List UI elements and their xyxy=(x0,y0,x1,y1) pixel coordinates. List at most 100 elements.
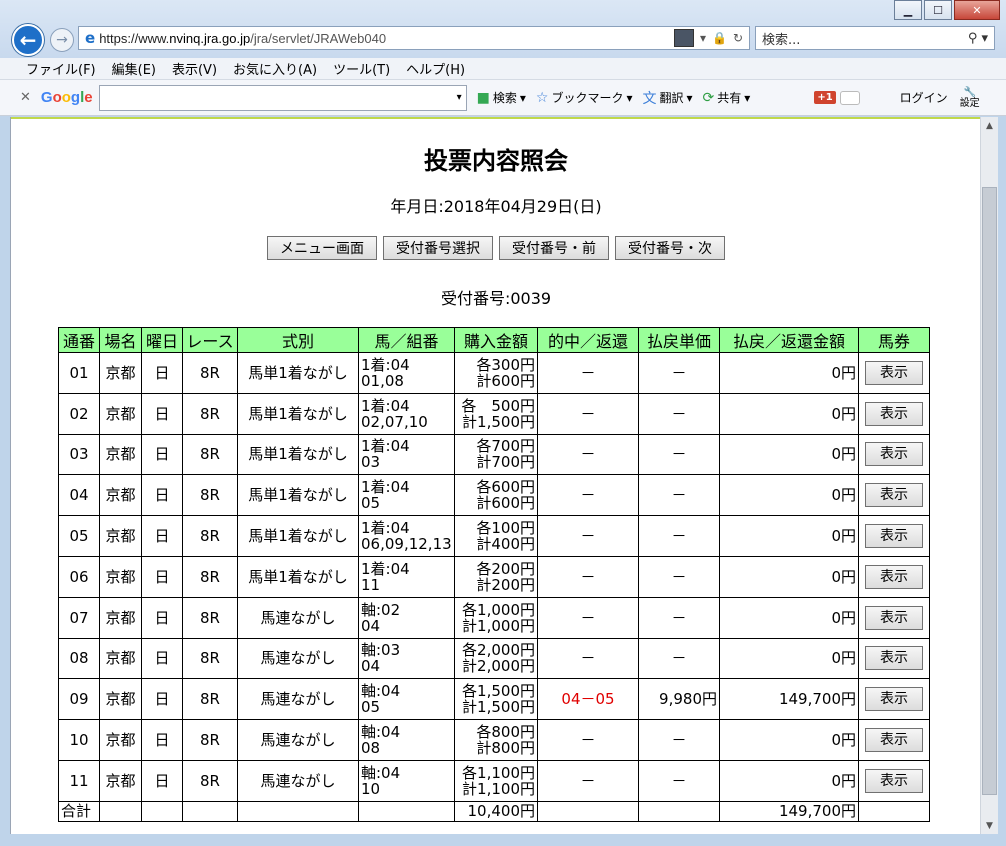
horse-line-1: 軸:03 xyxy=(361,641,401,660)
bookmark-button[interactable]: ☆ ブックマーク ▾ xyxy=(536,89,633,106)
lock-icon[interactable]: 🔒 xyxy=(712,31,727,45)
share-button[interactable]: ⟳ 共有 ▾ xyxy=(703,89,751,106)
cell-no: 07 xyxy=(58,596,100,639)
table-row: 03 京都日 8R 馬単1着ながし 1着:04 03 各700円 計700円－－ 0円 表示 xyxy=(58,433,930,476)
horse-line-1: 軸:04 xyxy=(361,723,401,742)
col-header-unit: 払戻単価 xyxy=(638,327,720,353)
forward-button[interactable]: → xyxy=(50,28,74,52)
menu-screen-button[interactable]: メニュー画面 xyxy=(267,236,377,260)
cell-venue: 京都 xyxy=(99,759,142,802)
menu-favorites[interactable]: お気に入り(A) xyxy=(233,59,317,78)
cell-amount: 各600円 計600円 xyxy=(454,474,538,517)
search-input[interactable]: 検索... ⚲ ▾ xyxy=(755,26,995,50)
cell-day: 日 xyxy=(141,719,183,761)
show-ticket-button[interactable]: 表示 xyxy=(865,646,923,671)
cell-venue: 京都 xyxy=(99,352,142,394)
empty-cell xyxy=(237,800,359,822)
cell-venue: 京都 xyxy=(99,555,142,598)
nav-buttons: メニュー画面 受付番号選択 受付番号・前 受付番号・次 xyxy=(11,236,980,260)
translate-button[interactable]: 文翻訳 ▾ xyxy=(643,88,693,108)
show-ticket-button[interactable]: 表示 xyxy=(865,524,923,549)
scroll-down-icon[interactable]: ▼ xyxy=(981,817,998,834)
address-bar[interactable]: e https://www.nvinq.jra.go.jp/jra/servle… xyxy=(78,26,750,50)
settings-label: 設定 xyxy=(959,97,980,109)
cell-day: 日 xyxy=(141,474,183,517)
scroll-thumb[interactable] xyxy=(982,187,997,795)
table-row: 04 京都日 8R 馬単1着ながし 1着:04 05 各600円 計600円－－ 0円 表示 xyxy=(58,474,930,517)
cell-race: 8R xyxy=(182,433,238,476)
cell-no: 06 xyxy=(58,555,100,598)
show-ticket-button[interactable]: 表示 xyxy=(865,442,923,467)
cell-day: 日 xyxy=(141,352,183,394)
horse-line-1: 1着:04 xyxy=(361,519,410,538)
receipt-number: 受付番号:0039 xyxy=(440,289,552,308)
pinned-site-icon[interactable] xyxy=(673,29,694,47)
back-button[interactable]: ← xyxy=(12,24,44,56)
login-link[interactable]: ログイン xyxy=(900,89,948,106)
next-receipt-button[interactable]: 受付番号・次 xyxy=(615,236,725,260)
cell-race: 8R xyxy=(182,555,238,598)
horse-line-1: 1着:04 xyxy=(361,478,410,497)
show-ticket-button[interactable]: 表示 xyxy=(865,360,923,385)
menu-help[interactable]: ヘルプ(H) xyxy=(406,59,465,78)
url-text[interactable]: https://www.nvinq.jra.go.jp/jra/servlet/… xyxy=(99,31,674,46)
amount-total: 計1,000円 xyxy=(462,616,535,635)
menu-file[interactable]: ファイル(F) xyxy=(26,59,96,78)
refresh-icon[interactable]: ↻ xyxy=(733,31,743,45)
empty-cell xyxy=(858,800,930,822)
cell-ticket: 表示 xyxy=(858,433,930,476)
menu-edit[interactable]: 編集(E) xyxy=(112,59,156,78)
col-header-no: 通番 xyxy=(58,327,100,353)
show-ticket-button[interactable]: 表示 xyxy=(865,728,923,753)
search-icon[interactable]: ⚲ ▾ xyxy=(968,31,988,46)
cell-amount: 各1,000円 計1,000円 xyxy=(454,596,538,639)
cell-no: 05 xyxy=(58,515,100,557)
amount-each: 各 500円 xyxy=(461,396,535,415)
menu-bar: ファイル(F) 編集(E) 表示(V) お気に入り(A) ツール(T) ヘルプ(… xyxy=(0,58,1006,80)
show-ticket-button[interactable]: 表示 xyxy=(865,687,923,712)
menu-tools[interactable]: ツール(T) xyxy=(333,59,390,78)
select-receipt-button[interactable]: 受付番号選択 xyxy=(383,236,493,260)
cell-race: 8R xyxy=(182,719,238,761)
cell-amount: 各100円 計400円 xyxy=(454,515,538,557)
google-search-input[interactable]: ▾ xyxy=(98,84,467,111)
close-toolbar-icon[interactable]: ✕ xyxy=(20,90,31,105)
close-window-button[interactable]: ✕ xyxy=(954,0,1000,20)
cell-unit: 9,980円 xyxy=(638,678,720,721)
cell-amount: 各800円 計800円 xyxy=(454,719,538,761)
show-ticket-button[interactable]: 表示 xyxy=(865,605,923,630)
cell-amount: 各200円 計200円 xyxy=(454,555,538,598)
vertical-scrollbar[interactable]: ▲ ▼ xyxy=(980,117,998,834)
settings-button[interactable]: 🔧 設定 xyxy=(960,87,980,109)
amount-each: 各800円 xyxy=(476,723,535,742)
gplus-button[interactable]: +1 xyxy=(814,91,836,104)
dropdown-icon: ▾ xyxy=(686,90,693,105)
cell-unit: － xyxy=(638,392,720,435)
dropdown-icon: ▾ xyxy=(626,90,633,105)
cell-no: 02 xyxy=(58,392,100,435)
maximize-button[interactable]: ☐ xyxy=(924,0,952,20)
wrench-icon: 🔧 xyxy=(963,86,976,98)
minimize-button[interactable]: ▁ xyxy=(894,0,922,20)
scroll-up-icon[interactable]: ▲ xyxy=(981,117,998,134)
date-line: 年月日:2018年04月29日(日) xyxy=(390,197,602,216)
cell-type: 馬連ながし xyxy=(237,596,359,639)
amount-each: 各600円 xyxy=(476,478,535,497)
show-ticket-button[interactable]: 表示 xyxy=(865,768,923,793)
prev-receipt-button[interactable]: 受付番号・前 xyxy=(499,236,609,260)
show-ticket-button[interactable]: 表示 xyxy=(865,564,923,589)
cell-race: 8R xyxy=(182,596,238,639)
translate-icon: 文 xyxy=(642,90,657,107)
dropdown-icon[interactable]: ▾ xyxy=(700,31,706,45)
arrow-left-icon: ← xyxy=(19,28,37,52)
cell-day: 日 xyxy=(141,759,183,802)
show-ticket-button[interactable]: 表示 xyxy=(865,401,923,426)
window-bottom-frame xyxy=(0,834,1006,846)
dropdown-icon[interactable]: ▾ xyxy=(457,92,462,103)
cell-amount: 各1,500円 計1,500円 xyxy=(454,678,538,721)
col-header-venue: 場名 xyxy=(99,327,142,353)
menu-view[interactable]: 表示(V) xyxy=(172,59,217,78)
google-search-button[interactable]: ■ 検索 ▾ xyxy=(477,89,526,106)
show-ticket-button[interactable]: 表示 xyxy=(865,483,923,508)
horse-line-1: 軸:02 xyxy=(361,600,401,619)
